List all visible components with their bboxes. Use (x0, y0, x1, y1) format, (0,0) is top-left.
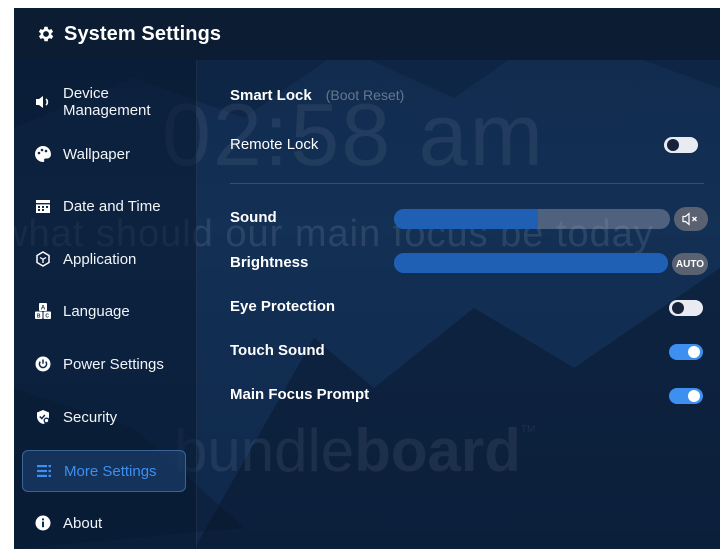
window-title: System Settings (64, 22, 222, 45)
sidebar-item-date-and-time[interactable]: Date and Time (22, 186, 184, 226)
touch-sound-toggle[interactable] (669, 344, 703, 360)
smart-lock-sub-label: (Boot Reset) (325, 87, 405, 103)
sound-slider-fill (394, 209, 538, 229)
list-icon (35, 462, 53, 480)
remote-lock-toggle[interactable] (664, 137, 698, 153)
sidebar-item-application[interactable]: Application (22, 239, 184, 279)
eye-protection-label: Eye Protection (230, 298, 336, 315)
settings-sidebar: Device Management Wallpaper Date and Tim… (14, 60, 197, 549)
speaker-icon (34, 93, 52, 111)
sidebar-item-label: Device Management (63, 85, 151, 119)
mute-button[interactable] (674, 207, 708, 231)
application-icon (34, 250, 52, 268)
svg-text:C: C (45, 314, 49, 320)
touch-sound-label: Touch Sound (230, 342, 325, 359)
sound-label: Sound (230, 209, 277, 226)
main-focus-prompt-toggle[interactable] (669, 388, 703, 404)
brightness-auto-button[interactable]: AUTO (672, 253, 708, 275)
security-icon (34, 408, 52, 426)
palette-icon (34, 145, 52, 163)
sidebar-item-label: Application (63, 250, 137, 268)
sidebar-item-label: More Settings (64, 462, 157, 480)
info-icon (34, 514, 52, 532)
section-divider (230, 183, 704, 184)
sidebar-item-more-settings[interactable]: More Settings (22, 450, 186, 492)
gear-icon (38, 26, 54, 42)
sidebar-item-security[interactable]: Security (22, 397, 184, 437)
sidebar-item-label: Power Settings (63, 355, 164, 373)
smart-lock-label: Smart Lock (230, 87, 312, 104)
eye-protection-toggle[interactable] (669, 300, 703, 316)
brightness-slider-fill (394, 253, 668, 273)
sidebar-item-language[interactable]: ABC Language (22, 291, 184, 331)
power-icon (34, 355, 52, 373)
main-focus-prompt-label: Main Focus Prompt (230, 386, 370, 403)
svg-text:A: A (41, 306, 46, 312)
sound-slider[interactable] (394, 209, 670, 229)
toggle-knob (672, 302, 684, 314)
smart-lock-row[interactable]: Smart Lock (Boot Reset) (230, 87, 404, 104)
remote-lock-label: Remote Lock (230, 136, 319, 153)
toggle-knob (667, 139, 679, 151)
mute-icon (682, 212, 697, 226)
toggle-knob (688, 390, 700, 402)
brightness-label: Brightness (230, 254, 309, 271)
svg-text:B: B (37, 314, 41, 320)
sidebar-item-power-settings[interactable]: Power Settings (22, 344, 184, 384)
sidebar-item-label: Wallpaper (63, 145, 130, 163)
title-bar: System Settings (14, 8, 720, 60)
settings-window: 02:58 am what should our main focus be t… (14, 8, 720, 549)
toggle-knob (688, 346, 700, 358)
sidebar-item-about[interactable]: About (22, 503, 184, 543)
sidebar-item-label: About (63, 514, 103, 532)
sidebar-item-label: Date and Time (63, 197, 161, 215)
sidebar-item-label: Security (63, 408, 118, 426)
sidebar-item-device-management[interactable]: Device Management (22, 82, 184, 122)
sidebar-item-label: Language (63, 302, 130, 320)
sidebar-item-wallpaper[interactable]: Wallpaper (22, 134, 184, 174)
brightness-slider[interactable] (394, 253, 668, 273)
language-icon: ABC (34, 302, 52, 320)
calendar-icon (34, 197, 52, 215)
